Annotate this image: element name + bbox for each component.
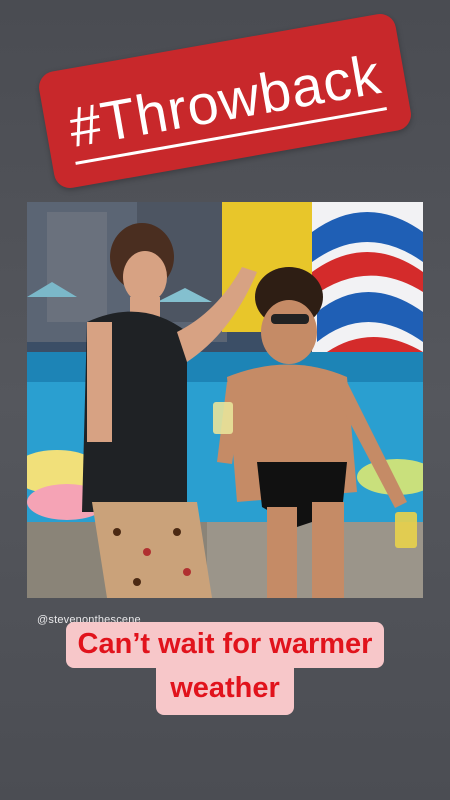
story-canvas: #Throwback @stevenonthescene Can’t wait … (0, 0, 450, 800)
party-photo[interactable] (27, 202, 423, 598)
caption-line-2: weather (156, 667, 294, 715)
caption-block[interactable]: Can’t wait for warmer weather (32, 622, 418, 715)
sticker-text: #Throwback (64, 42, 387, 165)
throwback-sticker[interactable]: #Throwback (36, 11, 414, 191)
caption-line-1: Can’t wait for warmer (65, 622, 385, 668)
photo-illustration (27, 202, 423, 598)
